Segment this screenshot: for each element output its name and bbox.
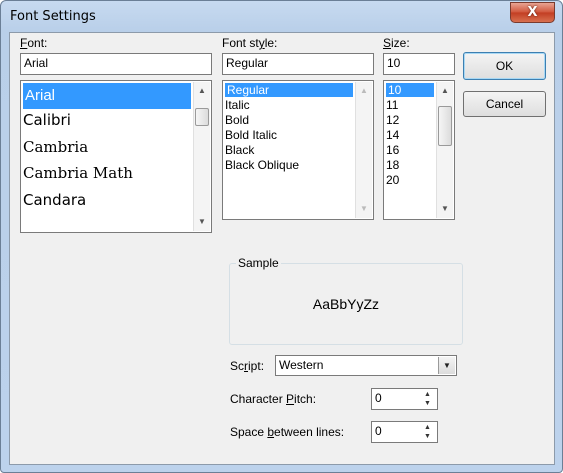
character-pitch-spinner[interactable]: 0 ▲ ▼ (371, 388, 438, 410)
spin-down-icon[interactable]: ▼ (419, 432, 436, 441)
font-list-item[interactable]: Cambria (23, 138, 88, 156)
size-input[interactable]: 10 (383, 53, 455, 75)
font-style-list-item[interactable]: Black (225, 143, 254, 157)
scroll-up-icon[interactable]: ▲ (356, 84, 372, 98)
font-list-item[interactable]: Arial (23, 83, 191, 109)
character-pitch-spin-buttons[interactable]: ▲ ▼ (419, 390, 436, 408)
title-bar[interactable]: Font Settings X (1, 1, 562, 35)
spin-up-icon[interactable]: ▲ (419, 390, 436, 399)
font-list-item[interactable]: Cambria Math (23, 164, 133, 182)
scroll-down-icon[interactable]: ▼ (437, 202, 453, 216)
scroll-down-icon[interactable]: ▼ (356, 202, 372, 216)
size-list[interactable]: 10 11 12 14 16 18 20 ▲ ▼ (383, 80, 455, 220)
font-input[interactable]: Arial (20, 53, 212, 75)
font-list-item[interactable]: Calibri (23, 111, 71, 129)
font-list[interactable]: Arial Calibri Cambria Cambria Math Canda… (20, 80, 212, 233)
size-list-item[interactable]: 20 (386, 173, 399, 187)
spin-up-icon[interactable]: ▲ (419, 423, 436, 432)
close-icon: X (527, 5, 538, 20)
scroll-up-icon[interactable]: ▲ (437, 84, 453, 98)
line-spacing-label: Space between lines: (230, 425, 345, 439)
font-style-input[interactable]: Regular (222, 53, 374, 75)
script-select[interactable]: Western ▼ (275, 355, 457, 376)
size-list-item[interactable]: 14 (386, 128, 399, 142)
size-list-item[interactable]: 16 (386, 143, 399, 157)
font-style-label: Font style: (222, 36, 278, 50)
font-label: Font: (20, 36, 48, 50)
ok-button[interactable]: OK (463, 52, 546, 80)
font-style-list-item[interactable]: Regular (225, 83, 353, 97)
size-list-item[interactable]: 18 (386, 158, 399, 172)
script-select-value: Western (279, 358, 324, 372)
sample-group: Sample AaBbYyZz (229, 256, 463, 345)
font-style-list-item[interactable]: Bold (225, 113, 249, 127)
line-spacing-spinner[interactable]: 0 ▲ ▼ (371, 421, 438, 443)
line-spacing-value: 0 (375, 424, 382, 438)
size-input-value: 10 (387, 56, 401, 70)
font-style-list-item[interactable]: Bold Italic (225, 128, 277, 142)
font-input-value: Arial (24, 56, 49, 70)
size-list-item[interactable]: 12 (386, 113, 399, 127)
dialog-body: Font: Arial Arial Calibri Cambria Cambri… (9, 32, 555, 465)
character-pitch-value: 0 (375, 391, 382, 405)
cancel-button[interactable]: Cancel (463, 91, 546, 117)
sample-legend: Sample (236, 256, 281, 270)
close-button[interactable]: X (510, 2, 555, 23)
character-pitch-label: Character Pitch: (230, 392, 317, 406)
font-list-item[interactable]: Candara (23, 191, 86, 209)
font-style-list[interactable]: Regular Italic Bold Bold Italic Black Bl… (222, 80, 374, 220)
window-title: Font Settings (10, 9, 96, 24)
font-style-list-item[interactable]: Italic (225, 98, 250, 112)
scroll-thumb[interactable] (195, 108, 209, 126)
sample-preview-text: AaBbYyZz (312, 296, 380, 312)
line-spacing-spin-buttons[interactable]: ▲ ▼ (419, 423, 436, 441)
font-style-list-item[interactable]: Black Oblique (225, 158, 299, 172)
scroll-thumb[interactable] (438, 106, 452, 146)
size-list-item[interactable]: 10 (386, 83, 434, 97)
font-settings-window: Font Settings X Font: Arial Arial Calibr… (0, 0, 563, 473)
script-label: Script: (230, 359, 265, 373)
font-style-list-scrollbar[interactable]: ▲ ▼ (355, 82, 372, 218)
chevron-down-icon[interactable]: ▼ (438, 357, 455, 374)
size-label: Size: (383, 36, 410, 50)
scroll-down-icon[interactable]: ▼ (194, 215, 210, 229)
size-list-scrollbar[interactable]: ▲ ▼ (436, 82, 453, 218)
spin-down-icon[interactable]: ▼ (419, 399, 436, 408)
font-list-scrollbar[interactable]: ▲ ▼ (193, 82, 210, 231)
size-list-item[interactable]: 11 (386, 98, 398, 112)
scroll-up-icon[interactable]: ▲ (194, 84, 210, 98)
font-style-input-value: Regular (226, 56, 269, 70)
